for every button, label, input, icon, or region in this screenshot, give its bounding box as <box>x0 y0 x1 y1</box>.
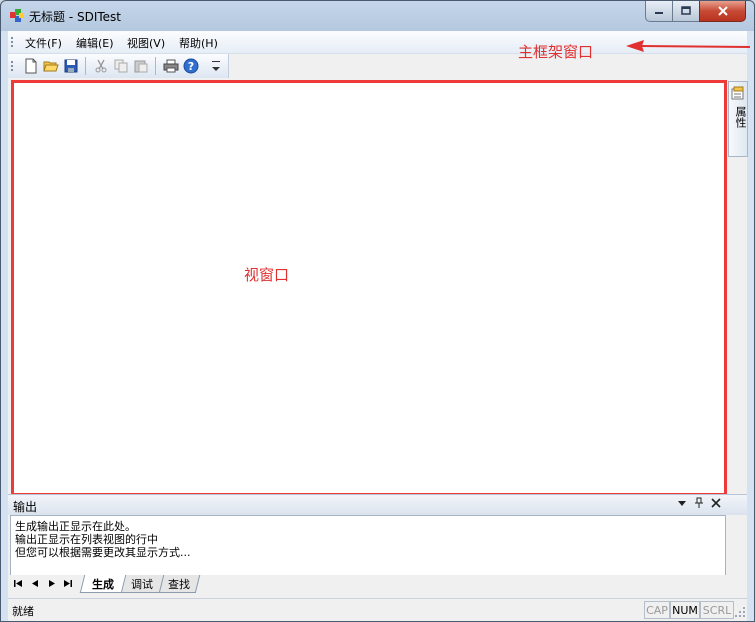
svg-text:?: ? <box>188 60 194 73</box>
prev-tab-icon[interactable] <box>31 579 40 591</box>
tab-build[interactable]: 生成 <box>79 575 127 593</box>
tab-find[interactable]: 查找 <box>157 575 201 593</box>
app-window: 无标题 - SDITest 文件(F) 编辑(E) 视图(V) 帮助(H) 主框… <box>0 0 755 622</box>
print-icon[interactable] <box>163 58 179 74</box>
client-area: 文件(F) 编辑(E) 视图(V) 帮助(H) 主框架窗口 ? 视窗口 属性 输… <box>8 31 750 621</box>
menubar-grip[interactable] <box>11 35 14 49</box>
menu-help[interactable]: 帮助(H) <box>179 35 218 51</box>
output-list[interactable]: 生成输出正显示在此处。 输出正显示在列表视图的行中 但您可以根据需要更改其显示方… <box>10 515 726 577</box>
new-file-icon[interactable] <box>23 58 39 74</box>
toolbar-grip[interactable] <box>11 59 14 73</box>
pane-close-icon[interactable] <box>711 497 721 512</box>
paste-icon[interactable] <box>133 58 149 74</box>
status-text: 就绪 <box>12 605 34 618</box>
close-icon <box>717 6 728 16</box>
last-tab-icon[interactable] <box>63 579 72 591</box>
copy-icon[interactable] <box>113 58 129 74</box>
toolbar-separator <box>85 57 86 75</box>
pane-options-chevron-down-icon[interactable] <box>677 497 687 512</box>
main-frame-annotation: 主框架窗口 <box>518 43 594 61</box>
scrl-indicator: SCRL <box>700 601 734 619</box>
properties-icon <box>731 86 744 100</box>
minimize-icon <box>655 12 663 14</box>
open-folder-icon[interactable] <box>43 58 59 74</box>
side-tab-label: 属性 <box>734 106 747 128</box>
tab-debug[interactable]: 调试 <box>119 575 165 593</box>
next-tab-icon[interactable] <box>47 579 56 591</box>
app-icon <box>10 9 24 22</box>
output-tabs: 查找 调试 生成 <box>8 575 747 597</box>
pin-icon[interactable] <box>694 497 704 512</box>
menu-view[interactable]: 视图(V) <box>127 35 165 51</box>
cap-indicator: CAP <box>644 601 670 619</box>
toolbar-separator <box>155 57 156 75</box>
output-pane-title: 输出 <box>13 500 38 514</box>
output-pane-header: 输出 <box>8 494 747 515</box>
title-bar[interactable]: 无标题 - SDITest <box>1 1 754 31</box>
window-title: 无标题 - SDITest <box>29 10 121 24</box>
view-window[interactable]: 视窗口 <box>11 80 727 496</box>
toolbar: ? <box>8 54 229 78</box>
view-annotation: 视窗口 <box>244 266 290 284</box>
cut-icon[interactable] <box>93 58 109 74</box>
arrow-icon <box>626 40 750 52</box>
num-indicator: NUM <box>670 601 700 619</box>
list-item: 但您可以根据需要更改其显示方式... <box>15 546 191 559</box>
first-tab-icon[interactable] <box>14 579 23 591</box>
menu-file[interactable]: 文件(F) <box>25 35 62 51</box>
maximize-button[interactable] <box>672 1 700 22</box>
close-button[interactable] <box>699 1 746 22</box>
save-icon[interactable] <box>63 58 79 74</box>
resize-grip-icon[interactable] <box>735 607 745 617</box>
maximize-icon <box>681 6 691 15</box>
minimize-button[interactable] <box>645 1 673 22</box>
status-bar: 就绪 CAP NUM SCRL <box>8 598 747 621</box>
help-icon[interactable]: ? <box>183 58 199 74</box>
menu-edit[interactable]: 编辑(E) <box>76 35 114 51</box>
toolbar-overflow-chevron-icon[interactable] <box>210 58 222 74</box>
properties-side-tab[interactable]: 属性 <box>728 81 748 157</box>
